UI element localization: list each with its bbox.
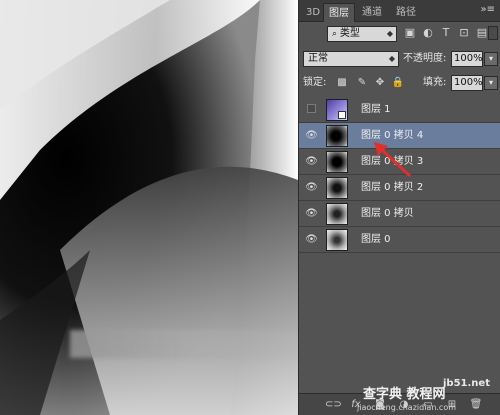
- image-filter-icon[interactable]: ▣: [402, 25, 418, 41]
- shape-filter-icon[interactable]: ⊡: [456, 25, 472, 41]
- chevron-down-icon: ◆: [388, 54, 395, 63]
- fill-slider-toggle[interactable]: ▾: [484, 76, 498, 90]
- layer-thumbnail: [326, 203, 348, 225]
- visibility-toggle-off[interactable]: [307, 104, 316, 113]
- type-filter-icon[interactable]: T: [438, 25, 454, 41]
- lock-all-icon[interactable]: 🔒: [391, 76, 405, 90]
- fill-value: 100%: [454, 77, 483, 88]
- eye-icon[interactable]: 👁: [305, 233, 318, 246]
- tab-channels[interactable]: 通道: [357, 3, 387, 22]
- layer-name: 图层 1: [361, 104, 391, 115]
- layer-name: 图层 0: [361, 234, 391, 245]
- opacity-slider-toggle[interactable]: ▾: [484, 52, 498, 66]
- layer-name: 图层 0 拷贝 2: [361, 182, 424, 193]
- tab-paths[interactable]: 路径: [391, 3, 421, 22]
- layer-kind-filter-dropdown[interactable]: ⌕ 类型 ◆: [327, 26, 397, 42]
- lock-pixels-icon[interactable]: ✎: [355, 76, 369, 90]
- layer-row[interactable]: 👁 图层 0 拷贝: [299, 201, 500, 227]
- lock-position-icon[interactable]: ✥: [373, 76, 387, 90]
- tab-layers[interactable]: 图层: [323, 3, 355, 22]
- chevron-down-icon: ◆: [386, 29, 393, 38]
- layer-thumbnail: [326, 151, 348, 173]
- site-watermark: jb51.net 查字典 教程网 jiaocheng.chazidian.com: [355, 378, 500, 415]
- layer-thumbnail: [326, 177, 348, 199]
- smart-object-badge-icon: [338, 111, 346, 119]
- opacity-label: 不透明度:: [403, 53, 447, 64]
- fill-label: 填充:: [423, 77, 447, 88]
- search-icon: ⌕: [332, 29, 340, 39]
- layer-row[interactable]: 图层 1: [299, 97, 500, 123]
- eye-icon[interactable]: 👁: [305, 155, 318, 168]
- eye-icon[interactable]: 👁: [305, 181, 318, 194]
- watermark-line3: jiaocheng.chazidian.com: [357, 403, 457, 412]
- blend-mode-value: 正常: [308, 53, 328, 64]
- blend-mode-dropdown[interactable]: 正常 ◆: [303, 51, 399, 67]
- layer-thumbnail: [326, 125, 348, 147]
- blurred-overlay-strip: [70, 330, 298, 358]
- watermark-line1: jb51.net: [443, 378, 490, 389]
- red-arrow-annotation: [374, 142, 412, 178]
- opacity-input[interactable]: 100%: [451, 51, 483, 67]
- layer-row[interactable]: 👁 图层 0: [299, 227, 500, 253]
- eye-icon[interactable]: 👁: [305, 207, 318, 220]
- layer-thumbnail: [326, 229, 348, 251]
- link-layers-icon[interactable]: ⊂⊃: [325, 398, 342, 412]
- layer-thumbnail: [326, 99, 348, 121]
- layers-panel: 3D 图层 通道 路径 »≡ ⌕ 类型 ◆ ▣ ◐ T ⊡ ▤ 正常 ◆ 不透明…: [298, 0, 500, 415]
- lock-label: 锁定:: [303, 77, 327, 88]
- layer-name: 图层 0 拷贝: [361, 208, 414, 219]
- lock-transparent-icon[interactable]: ▩: [335, 76, 349, 90]
- tab-3d[interactable]: 3D: [301, 3, 325, 22]
- filter-toggle-icon[interactable]: [488, 26, 498, 40]
- document-canvas[interactable]: [0, 0, 298, 415]
- adjustment-filter-icon[interactable]: ◐: [420, 25, 436, 41]
- panel-tab-bar: 3D 图层 通道 路径 »≡: [299, 0, 500, 22]
- watermark-line2: 查字典 教程网: [363, 387, 446, 402]
- fill-input[interactable]: 100%: [451, 75, 483, 91]
- opacity-value: 100%: [454, 53, 483, 64]
- eye-icon[interactable]: 👁: [305, 129, 318, 142]
- filter-kind-label: 类型: [339, 28, 360, 39]
- double-chevron-menu-icon[interactable]: »≡: [481, 4, 496, 16]
